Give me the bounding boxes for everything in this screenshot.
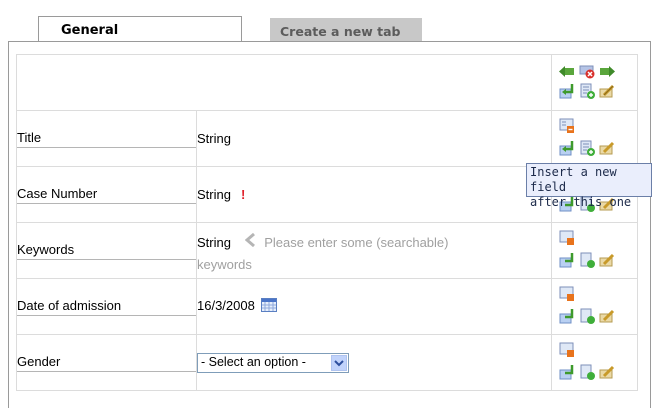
- field-type: String: [197, 131, 231, 146]
- field-hint-line2: keywords: [197, 257, 252, 272]
- edit-icon[interactable]: [599, 364, 615, 380]
- edit-icon[interactable]: [599, 140, 615, 156]
- move-right-icon[interactable]: [599, 63, 615, 79]
- add-field-icon[interactable]: [579, 140, 595, 156]
- add-field-icon[interactable]: [579, 83, 595, 99]
- field-type: String: [197, 187, 231, 202]
- field-label[interactable]: Keywords: [17, 242, 196, 260]
- field-type: String: [197, 235, 231, 250]
- edit-icon[interactable]: [599, 83, 615, 99]
- field-row: Date of admission 16/3/2008: [16, 278, 638, 335]
- field-properties-icon[interactable]: [559, 286, 575, 302]
- edit-icon[interactable]: [599, 252, 615, 268]
- delete-icon[interactable]: [579, 63, 595, 79]
- edit-icon[interactable]: [599, 308, 615, 324]
- chevron-down-icon[interactable]: [331, 354, 347, 371]
- calendar-icon[interactable]: [261, 298, 278, 315]
- required-icon: !: [240, 187, 246, 202]
- insert-field-icon[interactable]: [559, 140, 575, 156]
- field-label[interactable]: Case Number: [17, 186, 196, 204]
- field-properties-icon[interactable]: [559, 230, 575, 246]
- tab-general[interactable]: General: [38, 16, 242, 42]
- date-value: 16/3/2008: [197, 298, 255, 313]
- field-properties-icon[interactable]: [559, 342, 575, 358]
- add-field-icon[interactable]: [579, 308, 595, 324]
- insert-field-icon[interactable]: [559, 252, 575, 268]
- field-row: Keywords String Please enter some (searc…: [16, 222, 638, 279]
- insert-field-icon[interactable]: [559, 83, 575, 99]
- row-actions: [551, 278, 638, 335]
- field-hint: Please enter some (searchable): [264, 235, 449, 250]
- tooltip: Insert a new field after this one: [526, 163, 652, 209]
- field-properties-icon[interactable]: [559, 118, 575, 134]
- hint-arrow-icon: [244, 229, 255, 257]
- toolbar-row: [16, 54, 638, 111]
- add-field-icon[interactable]: [579, 364, 595, 380]
- field-row: Title String: [16, 110, 638, 167]
- tab-create-new[interactable]: Create a new tab: [270, 18, 422, 42]
- tooltip-line-1: Insert a new field: [530, 165, 617, 194]
- select-value: - Select an option -: [201, 354, 306, 369]
- add-field-icon[interactable]: [579, 252, 595, 268]
- insert-field-icon[interactable]: [559, 364, 575, 380]
- move-left-icon[interactable]: [559, 63, 575, 79]
- field-label[interactable]: Title: [17, 130, 196, 148]
- row-actions: [551, 334, 638, 391]
- field-label[interactable]: Date of admission: [17, 298, 196, 316]
- gender-select[interactable]: - Select an option -: [197, 352, 349, 373]
- row-actions: [551, 222, 638, 279]
- row-actions: [551, 110, 638, 167]
- field-table: Title String Case Number String! Keyword…: [16, 54, 638, 391]
- field-label[interactable]: Gender: [17, 354, 196, 372]
- insert-field-icon[interactable]: [559, 308, 575, 324]
- field-row: Gender - Select an option -: [16, 334, 638, 391]
- toolbar-actions: [551, 54, 638, 111]
- tooltip-line-2: after this one: [530, 195, 632, 209]
